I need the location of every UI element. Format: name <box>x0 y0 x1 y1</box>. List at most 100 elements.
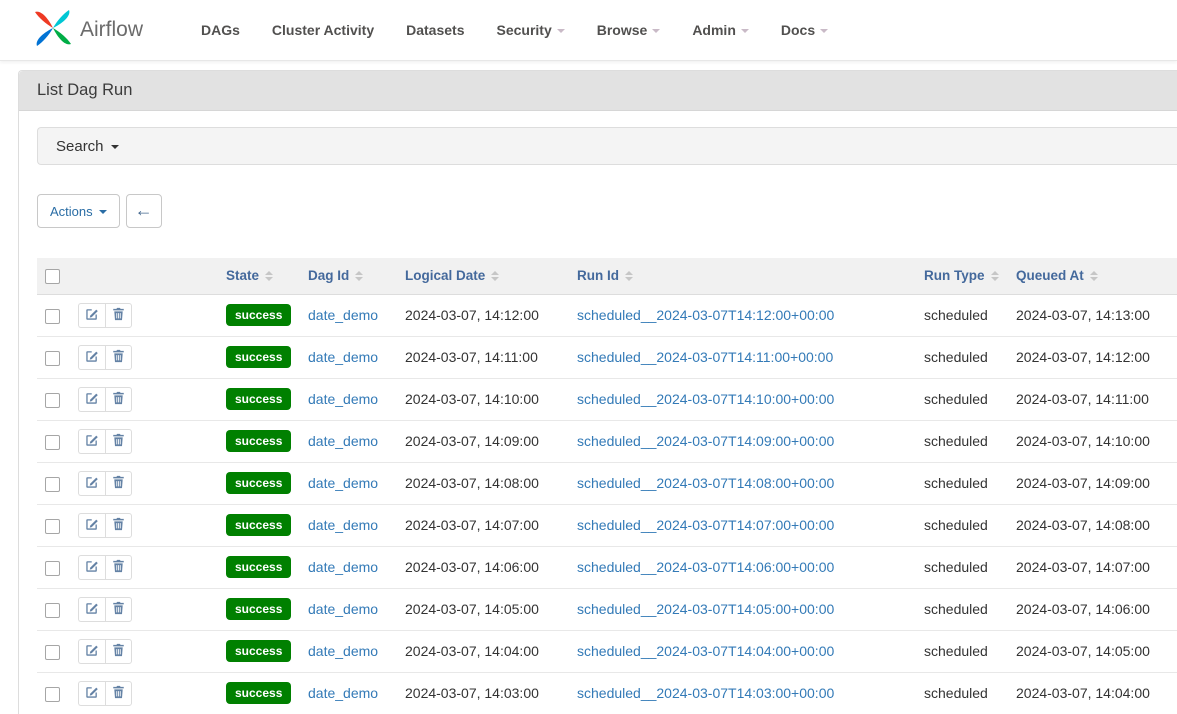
trash-icon <box>112 643 125 660</box>
logical-date-value: 2024-03-07, 14:08:00 <box>405 475 539 491</box>
edit-button[interactable] <box>78 597 105 622</box>
caret-down-icon <box>741 29 749 33</box>
search-accordion-toggle[interactable]: Search <box>37 127 1177 165</box>
edit-button[interactable] <box>78 471 105 496</box>
delete-button[interactable] <box>105 303 132 328</box>
column-header-dag-id[interactable]: Dag Id <box>300 258 397 294</box>
run-type-value: scheduled <box>924 391 988 407</box>
row-checkbox[interactable] <box>45 561 60 576</box>
logical-date-value: 2024-03-07, 14:09:00 <box>405 433 539 449</box>
edit-button[interactable] <box>78 303 105 328</box>
delete-button[interactable] <box>105 429 132 454</box>
column-header-logical-date[interactable]: Logical Date <box>397 258 569 294</box>
search-label: Search <box>56 138 104 155</box>
dag-id-link[interactable]: date_demo <box>308 517 378 533</box>
run-id-link[interactable]: scheduled__2024-03-07T14:06:00+00:00 <box>577 559 834 575</box>
run-id-link[interactable]: scheduled__2024-03-07T14:10:00+00:00 <box>577 391 834 407</box>
panel-body: Search Actions ← State <box>19 111 1177 714</box>
run-id-link[interactable]: scheduled__2024-03-07T14:08:00+00:00 <box>577 475 834 491</box>
trash-icon <box>112 559 125 576</box>
delete-button[interactable] <box>105 555 132 580</box>
delete-button[interactable] <box>105 387 132 412</box>
row-checkbox[interactable] <box>45 477 60 492</box>
status-badge: success <box>226 346 291 368</box>
dag-id-link[interactable]: date_demo <box>308 349 378 365</box>
row-checkbox[interactable] <box>45 603 60 618</box>
status-badge: success <box>226 640 291 662</box>
row-checkbox[interactable] <box>45 687 60 702</box>
column-header-state[interactable]: State <box>218 258 300 294</box>
dag-id-link[interactable]: date_demo <box>308 601 378 617</box>
row-checkbox[interactable] <box>45 435 60 450</box>
queued-at-value: 2024-03-07, 14:12:00 <box>1016 349 1150 365</box>
column-header-queued-at[interactable]: Queued At <box>1008 258 1177 294</box>
run-id-link[interactable]: scheduled__2024-03-07T14:12:00+00:00 <box>577 307 834 323</box>
dag-run-table-body: success date_demo 2024-03-07, 14:12:00 s… <box>37 294 1177 714</box>
table-row: success date_demo 2024-03-07, 14:10:00 s… <box>37 378 1177 420</box>
nav-item-datasets[interactable]: Datasets <box>390 0 480 60</box>
nav-item-cluster-activity[interactable]: Cluster Activity <box>256 0 390 60</box>
select-all-checkbox[interactable] <box>45 269 60 284</box>
main-nav: DAGs Cluster Activity Datasets Security … <box>185 0 844 60</box>
edit-button[interactable] <box>78 345 105 370</box>
row-action-buttons <box>78 345 132 370</box>
run-type-value: scheduled <box>924 349 988 365</box>
dag-id-link[interactable]: date_demo <box>308 643 378 659</box>
delete-button[interactable] <box>105 471 132 496</box>
run-type-value: scheduled <box>924 685 988 701</box>
row-checkbox[interactable] <box>45 519 60 534</box>
run-type-value: scheduled <box>924 475 988 491</box>
run-id-link[interactable]: scheduled__2024-03-07T14:11:00+00:00 <box>577 349 833 365</box>
table-row: success date_demo 2024-03-07, 14:05:00 s… <box>37 588 1177 630</box>
dag-id-link[interactable]: date_demo <box>308 307 378 323</box>
nav-item-admin[interactable]: Admin <box>676 0 765 60</box>
nav-item-docs[interactable]: Docs <box>765 0 844 60</box>
edit-button[interactable] <box>78 639 105 664</box>
edit-button[interactable] <box>78 429 105 454</box>
dag-id-link[interactable]: date_demo <box>308 433 378 449</box>
run-id-link[interactable]: scheduled__2024-03-07T14:07:00+00:00 <box>577 517 834 533</box>
nav-item-security[interactable]: Security <box>480 0 580 60</box>
row-checkbox[interactable] <box>45 309 60 324</box>
edit-button[interactable] <box>78 387 105 412</box>
dag-id-link[interactable]: date_demo <box>308 685 378 701</box>
row-action-buttons <box>78 555 132 580</box>
caret-down-icon <box>557 29 565 33</box>
delete-button[interactable] <box>105 513 132 538</box>
run-id-link[interactable]: scheduled__2024-03-07T14:09:00+00:00 <box>577 433 834 449</box>
delete-button[interactable] <box>105 639 132 664</box>
row-action-buttons <box>78 387 132 412</box>
row-checkbox[interactable] <box>45 351 60 366</box>
page-title: List Dag Run <box>19 71 1177 111</box>
column-header-run-id[interactable]: Run Id <box>569 258 916 294</box>
row-checkbox[interactable] <box>45 393 60 408</box>
nav-item-browse[interactable]: Browse <box>581 0 677 60</box>
dag-run-table: State Dag Id Logical Date Run Id Run Typ… <box>37 258 1177 714</box>
logical-date-value: 2024-03-07, 14:03:00 <box>405 685 539 701</box>
pencil-square-icon <box>85 559 99 576</box>
nav-item-dags[interactable]: DAGs <box>185 0 256 60</box>
run-id-link[interactable]: scheduled__2024-03-07T14:05:00+00:00 <box>577 601 834 617</box>
dag-id-link[interactable]: date_demo <box>308 391 378 407</box>
queued-at-value: 2024-03-07, 14:11:00 <box>1016 391 1149 407</box>
run-type-value: scheduled <box>924 517 988 533</box>
delete-button[interactable] <box>105 345 132 370</box>
trash-icon <box>112 685 125 702</box>
edit-button[interactable] <box>78 513 105 538</box>
run-type-value: scheduled <box>924 643 988 659</box>
back-button[interactable]: ← <box>126 194 162 228</box>
edit-button[interactable] <box>78 555 105 580</box>
airflow-brand[interactable]: Airflow <box>33 8 143 53</box>
caret-down-icon <box>652 29 660 33</box>
delete-button[interactable] <box>105 597 132 622</box>
status-badge: success <box>226 304 291 326</box>
column-header-run-type[interactable]: Run Type <box>916 258 1008 294</box>
run-id-link[interactable]: scheduled__2024-03-07T14:04:00+00:00 <box>577 643 834 659</box>
actions-button[interactable]: Actions <box>37 194 120 228</box>
pencil-square-icon <box>85 685 99 702</box>
run-id-link[interactable]: scheduled__2024-03-07T14:03:00+00:00 <box>577 685 834 701</box>
row-checkbox[interactable] <box>45 645 60 660</box>
dag-id-link[interactable]: date_demo <box>308 475 378 491</box>
dag-id-link[interactable]: date_demo <box>308 559 378 575</box>
status-badge: success <box>226 430 291 452</box>
